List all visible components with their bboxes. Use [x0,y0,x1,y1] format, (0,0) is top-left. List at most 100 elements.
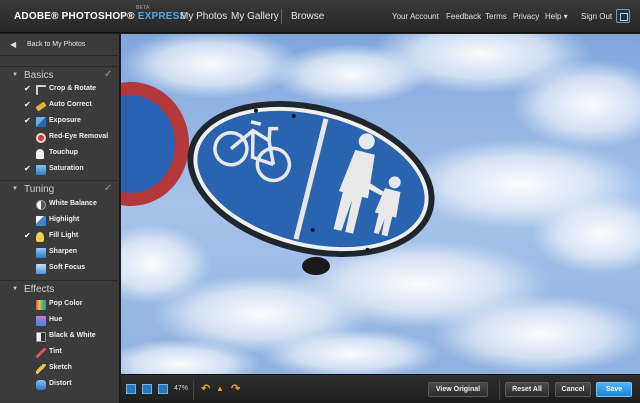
applied-check-icon: ✔ [24,231,31,240]
black-white-icon [36,332,46,342]
top-bar: ADOBE® PHOTOSHOP® EXPRESS BETA My Photos… [0,0,640,33]
white-balance-icon [36,200,46,210]
photo-image [121,34,640,374]
save-button[interactable]: Save [596,382,632,397]
highlight-icon [36,216,46,226]
nav-browse[interactable]: Browse [291,11,324,22]
crop-icon [36,85,46,95]
sketch-icon [36,364,46,374]
tool-highlight[interactable]: Highlight [0,213,120,229]
fullscreen-icon[interactable] [616,9,630,23]
tool-label: Sharpen [49,248,78,255]
soft-focus-icon [36,264,46,274]
red-eye-icon [36,133,46,143]
tint-icon [36,348,46,358]
expand-triangle-icon: ▼ [12,72,18,78]
nav-my-gallery[interactable]: My Gallery [231,11,279,22]
pop-color-icon [36,300,46,310]
cancel-button[interactable]: Cancel [555,382,591,397]
tool-label: Crop & Rotate [49,85,97,92]
tool-sharpen[interactable]: Sharpen [0,245,120,261]
redo-icon[interactable]: ↷ [231,382,240,395]
tool-label: White Balance [49,200,97,207]
divider [499,380,500,400]
section-complete-check-icon: ✓ [104,183,113,194]
section-complete-check-icon: ✓ [104,69,113,80]
view-original-button[interactable]: View Original [428,382,488,397]
tool-auto-correct[interactable]: ✔ Auto Correct [0,98,120,114]
exposure-icon [36,117,46,127]
distort-icon [36,380,46,390]
tool-label: Auto Correct [49,101,92,108]
applied-check-icon: ✔ [24,100,31,109]
zoom-level: 47% [174,385,189,392]
tool-sidebar: ◀ Back to My Photos ▼ Basics ✓ ✔ Crop & … [0,34,120,403]
tool-touchup[interactable]: Touchup [0,146,120,162]
section-title: Tuning [24,184,55,195]
section-title: Effects [24,284,55,295]
section-tuning[interactable]: ▼ Tuning ✓ [0,180,120,198]
nav-my-photos[interactable]: My Photos [180,11,227,22]
tool-exposure[interactable]: ✔ Exposure [0,114,120,130]
link-sign-out[interactable]: Sign Out [581,12,612,21]
view-zoom-icon[interactable] [158,384,168,394]
history-up-icon[interactable]: ▲ [216,384,224,393]
logo-beta: BETA [136,5,150,11]
tool-label: Sketch [49,364,72,371]
tool-distort[interactable]: Distort [0,377,120,393]
hue-icon [36,316,46,326]
back-arrow-icon: ◀ [10,40,17,49]
tool-tint[interactable]: Tint [0,345,120,361]
app-logo: ADOBE® PHOTOSHOP® EXPRESS BETA [14,5,186,22]
tool-saturation[interactable]: ✔ Saturation [0,162,120,178]
tool-soft-focus[interactable]: Soft Focus [0,261,120,277]
tool-hue[interactable]: Hue [0,313,120,329]
divider [193,380,194,400]
applied-check-icon: ✔ [24,116,31,125]
sign-mount [302,257,330,275]
tool-label: Exposure [49,117,81,124]
tool-sketch[interactable]: Sketch [0,361,120,377]
bottom-toolbar: 47% ↶ ▲ ↷ View Original Reset All Cancel… [121,374,640,403]
tool-label: Touchup [49,149,79,156]
tool-red-eye-removal[interactable]: Red-Eye Removal [0,130,120,146]
link-terms[interactable]: Terms [485,12,507,21]
tool-label: Black & White [49,332,96,339]
applied-check-icon: ✔ [24,164,31,173]
reset-all-button[interactable]: Reset All [505,382,549,397]
touchup-icon [36,149,44,159]
view-fit-icon[interactable] [126,384,136,394]
fill-light-icon [36,232,44,242]
tool-pop-color[interactable]: Pop Color [0,297,120,313]
saturation-icon [36,165,46,175]
link-privacy[interactable]: Privacy [513,12,539,21]
link-help[interactable]: Help ▾ [545,12,568,21]
tool-crop-rotate[interactable]: ✔ Crop & Rotate [0,82,120,98]
tool-black-white[interactable]: Black & White [0,329,120,345]
back-to-photos-button[interactable]: ◀ Back to My Photos [0,34,120,56]
link-your-account[interactable]: Your Account [392,12,439,21]
expand-triangle-icon: ▼ [12,286,18,292]
undo-icon[interactable]: ↶ [201,382,210,395]
tool-label: Fill Light [49,232,79,239]
auto-correct-icon [35,101,47,112]
applied-check-icon: ✔ [24,84,31,93]
tool-white-balance[interactable]: White Balance [0,197,120,213]
link-feedback[interactable]: Feedback [446,12,481,21]
photo-canvas[interactable] [121,34,640,374]
tool-label: Red-Eye Removal [49,133,109,140]
back-label: Back to My Photos [27,41,86,48]
tool-label: Soft Focus [49,264,86,271]
sharpen-icon [36,248,46,258]
tool-label: Pop Color [49,300,83,307]
tool-label: Saturation [49,165,84,172]
tool-label: Hue [49,316,63,323]
tool-fill-light[interactable]: ✔ Fill Light [0,229,120,245]
section-title: Basics [24,70,54,81]
tool-label: Tint [49,348,62,355]
nav-divider [281,9,282,24]
view-actual-size-icon[interactable] [142,384,152,394]
section-effects[interactable]: ▼ Effects [0,280,120,298]
logo-main: ADOBE® PHOTOSHOP® [14,11,135,22]
tool-label: Distort [49,380,72,387]
